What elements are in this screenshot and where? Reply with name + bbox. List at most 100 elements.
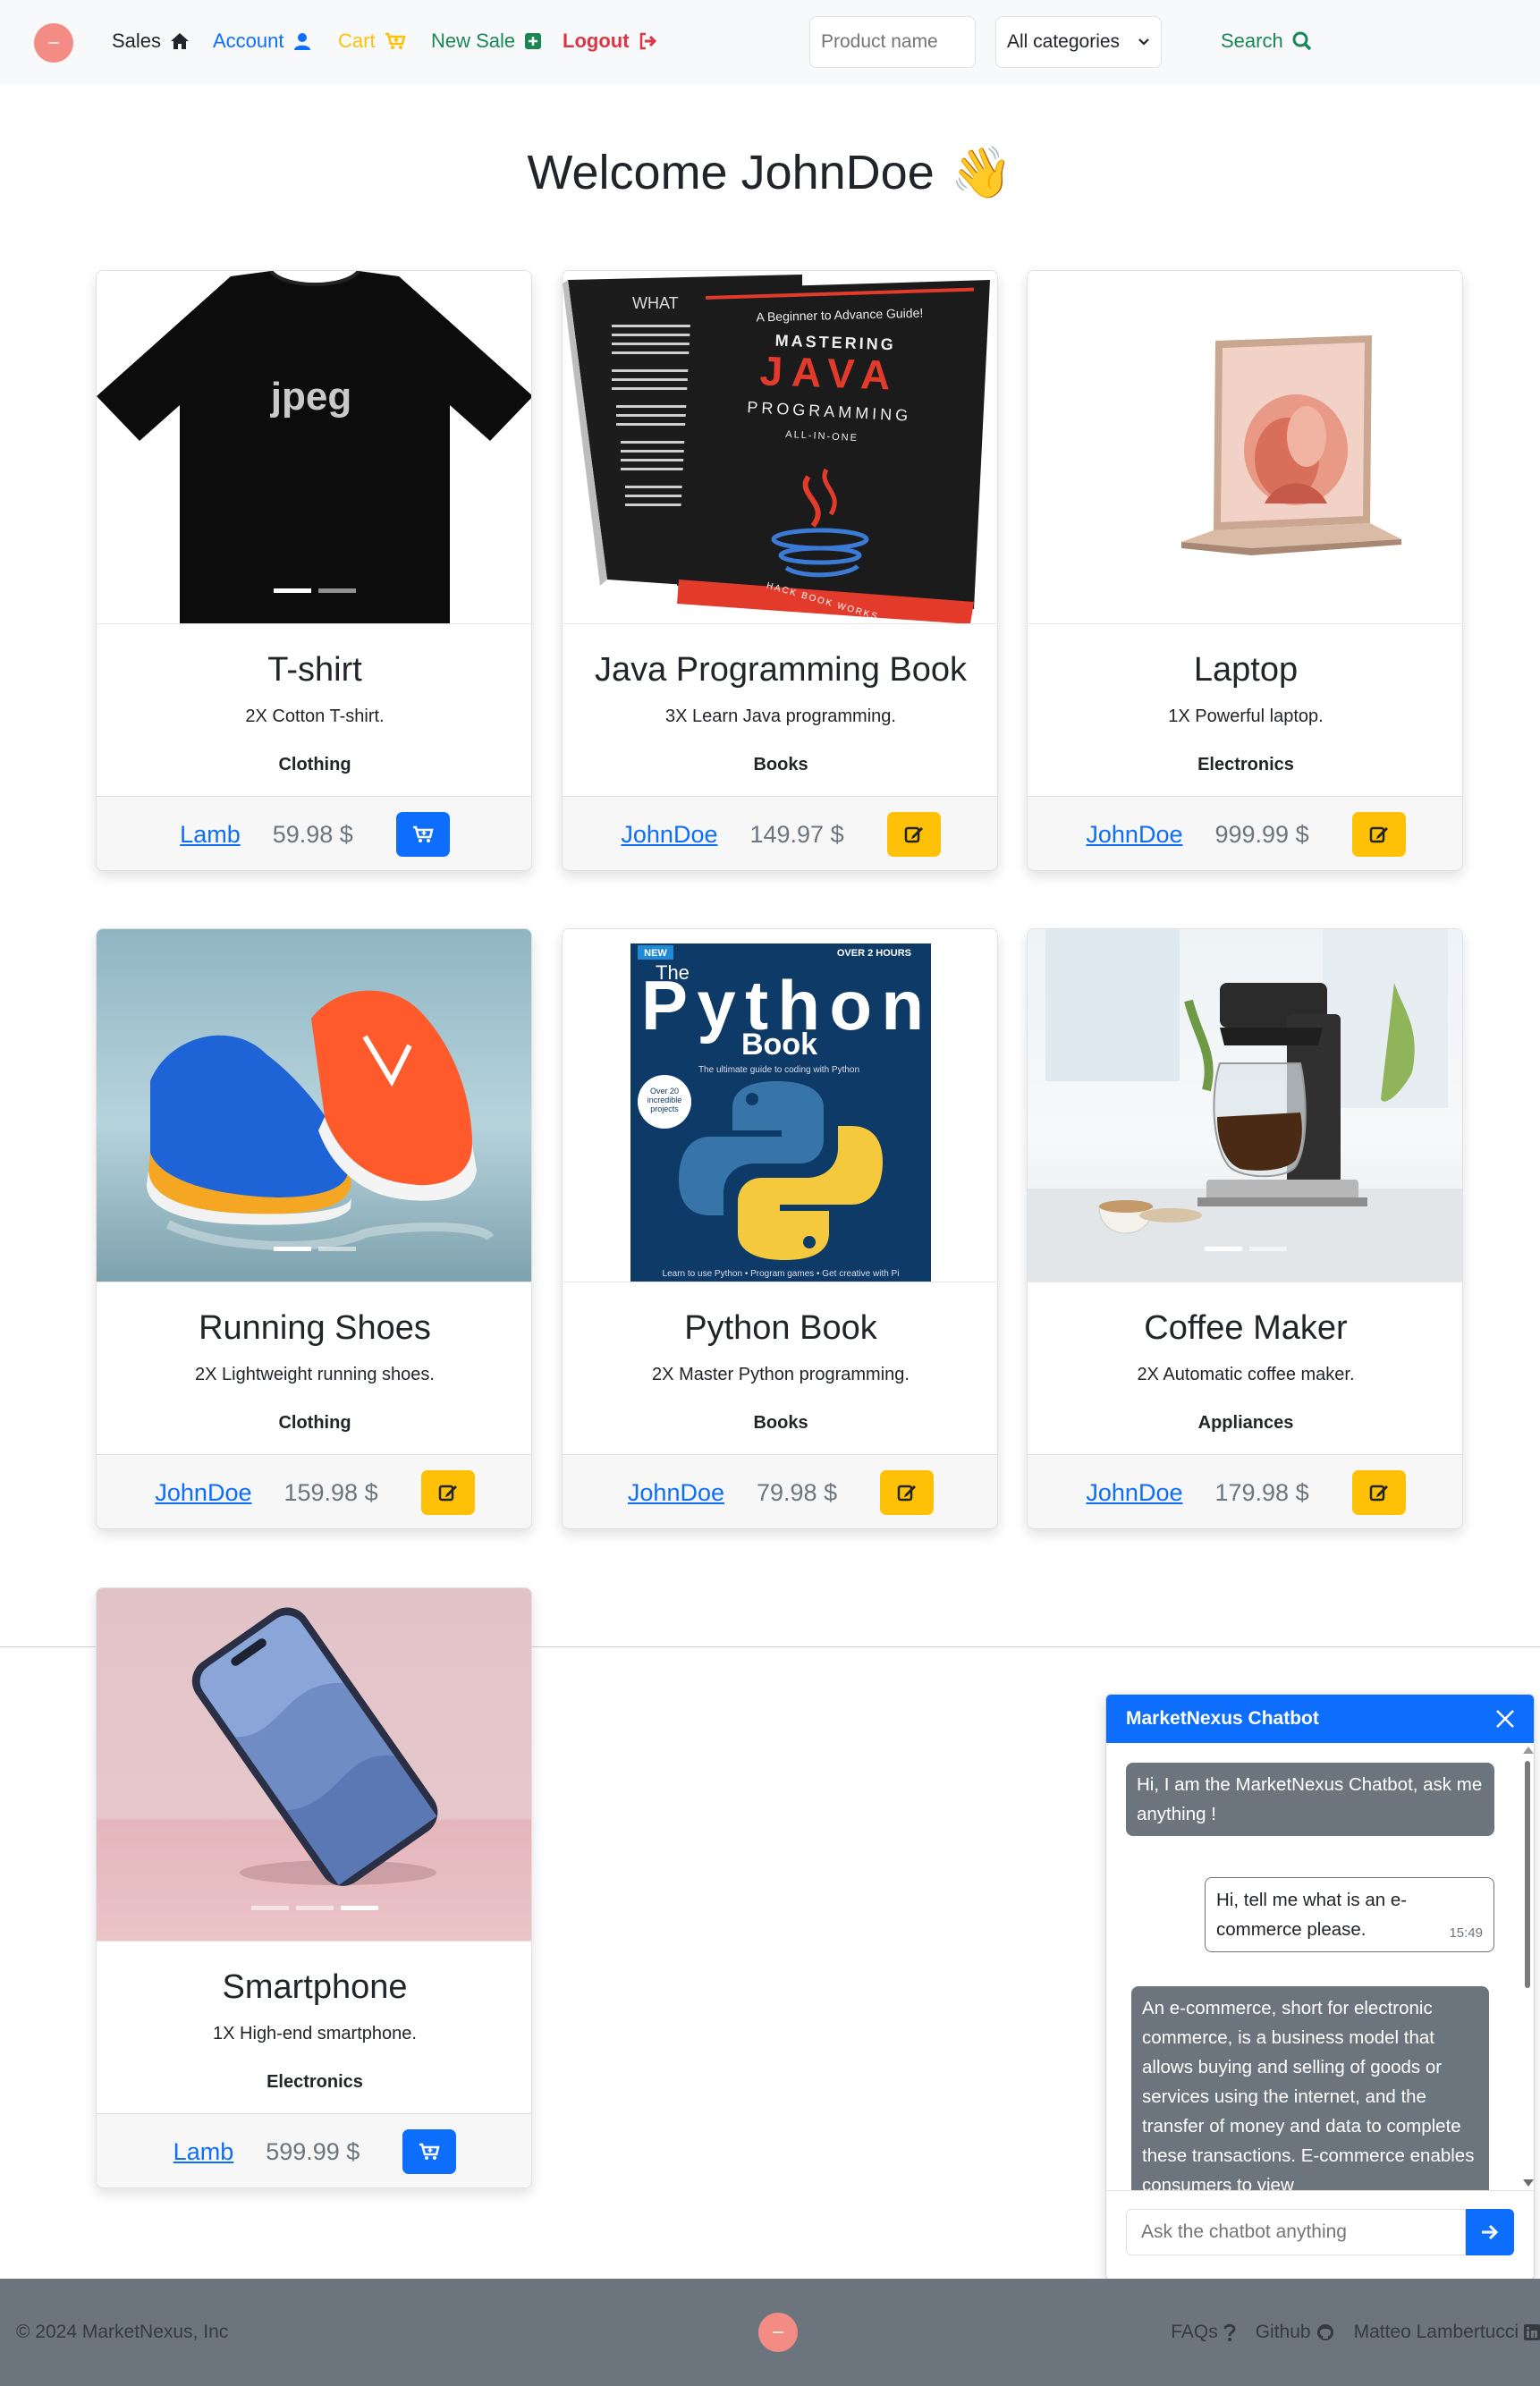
product-title: Java Programming Book <box>594 651 968 689</box>
waving-hand-icon: 👋 <box>950 144 1013 200</box>
product-category: Books <box>753 755 808 774</box>
product-card: NEW OVER 2 HOURS The Python Book The ult… <box>562 928 998 1529</box>
scrollbar-thumb[interactable] <box>1525 1761 1530 1988</box>
product-card: jpeg T-shirt 2X Cotton T-shirt. Clothing… <box>96 270 532 871</box>
category-select[interactable]: All categories <box>995 16 1162 68</box>
product-price: 999.99 $ <box>1214 820 1309 848</box>
product-image-carousel[interactable] <box>1028 929 1462 1282</box>
nav-account-label: Account <box>213 30 284 52</box>
product-card: Running Shoes 2X Lightweight running sho… <box>96 928 532 1529</box>
tshirt-image: jpeg <box>97 271 531 623</box>
chatbot-send-button[interactable] <box>1466 2209 1514 2255</box>
edit-icon <box>1369 1485 1388 1502</box>
search-button[interactable]: Search <box>1221 30 1312 53</box>
message-timestamp: 15:49 <box>1449 1925 1483 1941</box>
python-sub-text: The ultimate guide to coding with Python <box>698 1065 859 1075</box>
seller-link[interactable]: JohnDoe <box>621 821 717 849</box>
product-category: Clothing <box>278 755 351 774</box>
carousel-indicators[interactable] <box>251 1906 378 1910</box>
search-input[interactable] <box>809 16 976 68</box>
python-new-badge: NEW <box>644 948 667 959</box>
product-card-footer: JohnDoe 149.97 $ <box>563 796 997 870</box>
edit-product-button[interactable] <box>420 1470 475 1515</box>
chatbot-messages[interactable]: Hi, I am the MarketNexus Chatbot, ask me… <box>1106 1743 1534 2190</box>
linkedin-icon <box>1524 2324 1540 2340</box>
product-image-carousel[interactable] <box>97 929 531 1282</box>
footer-logo[interactable] <box>758 2313 798 2352</box>
product-card-body: T-shirt 2X Cotton T-shirt. Clothing <box>97 624 531 796</box>
user-icon <box>293 33 310 50</box>
product-card-body: Smartphone 1X High-end smartphone. Elect… <box>97 1942 531 2113</box>
tshirt-print-text: jpeg <box>270 375 351 419</box>
product-card-footer: JohnDoe 999.99 $ <box>1028 796 1462 870</box>
carousel-indicators[interactable] <box>274 588 356 593</box>
product-image[interactable] <box>1028 271 1462 624</box>
product-image-carousel[interactable] <box>97 1588 531 1942</box>
nav-new-sale-link[interactable]: New Sale <box>431 30 542 53</box>
product-card-footer: Lamb 599.99 $ <box>97 2113 531 2187</box>
product-title: Python Book <box>684 1309 877 1347</box>
product-category: Electronics <box>1197 755 1294 774</box>
brand-logo[interactable] <box>34 23 73 63</box>
product-price: 599.99 $ <box>266 2137 360 2165</box>
chat-scrollbar[interactable] <box>1519 1743 1534 2190</box>
carousel-indicators[interactable] <box>274 1247 356 1251</box>
nav-logout-link[interactable]: Logout <box>563 30 658 53</box>
edit-product-button[interactable] <box>1351 1470 1406 1515</box>
seller-link[interactable]: JohnDoe <box>628 1479 724 1507</box>
product-image[interactable]: WHAT A Beginner to Advance Guide! MASTER… <box>563 271 997 624</box>
product-card-footer: JohnDoe 79.98 $ <box>563 1454 997 1528</box>
nav-account-link[interactable]: Account <box>213 30 311 53</box>
nav-logout-label: Logout <box>563 30 630 52</box>
logout-icon <box>639 32 656 50</box>
add-to-cart-button[interactable] <box>395 812 450 857</box>
product-image-carousel[interactable]: jpeg <box>97 271 531 624</box>
add-to-cart-button[interactable] <box>402 2129 457 2174</box>
java-back-text: WHAT <box>632 294 679 312</box>
product-category: Clothing <box>278 1413 351 1433</box>
chatbot-input[interactable] <box>1126 2209 1466 2255</box>
product-card-body: Coffee Maker 2X Automatic coffee maker. … <box>1028 1282 1462 1454</box>
product-image-carousel[interactable]: NEW OVER 2 HOURS The Python Book The ult… <box>563 929 997 1282</box>
seller-link[interactable]: JohnDoe <box>155 1479 251 1507</box>
seller-link[interactable]: Lamb <box>180 821 241 849</box>
welcome-text: Welcome JohnDoe <box>527 146 935 199</box>
product-description: 1X Powerful laptop. <box>1168 706 1324 726</box>
author-link[interactable]: Matteo Lambertucci <box>1354 2322 1540 2343</box>
product-description: 3X Learn Java programming. <box>665 706 896 726</box>
author-label: Matteo Lambertucci <box>1353 2322 1519 2342</box>
laptop-image <box>1181 335 1401 555</box>
product-description: 2X Cotton T-shirt. <box>245 706 385 726</box>
product-title: Smartphone <box>222 1968 408 2006</box>
edit-product-button[interactable] <box>880 1470 935 1515</box>
search-icon <box>1292 31 1311 51</box>
github-label: Github <box>1255 2322 1311 2342</box>
seller-link[interactable]: JohnDoe <box>1086 821 1182 849</box>
edit-product-button[interactable] <box>1351 812 1406 857</box>
seller-link[interactable]: Lamb <box>173 2138 234 2166</box>
nav-sales-link[interactable]: Sales <box>112 30 190 53</box>
edit-icon <box>438 1485 457 1502</box>
product-card-body: Running Shoes 2X Lightweight running sho… <box>97 1282 531 1454</box>
product-card-footer: JohnDoe 179.98 $ <box>1028 1454 1462 1528</box>
product-price: 79.98 $ <box>757 1478 838 1506</box>
carousel-indicators[interactable] <box>1205 1247 1287 1251</box>
github-link[interactable]: Github <box>1256 2322 1334 2343</box>
edit-product-button[interactable] <box>886 812 941 857</box>
python-bottom-text: Learn to use Python • Program games • Ge… <box>663 1269 900 1279</box>
footer-links: FAQs Github Matteo Lambertucci <box>1171 2322 1540 2343</box>
bot-message: An e-commerce, short for electronic comm… <box>1131 1986 1489 2190</box>
faqs-link[interactable]: FAQs <box>1171 2322 1236 2343</box>
product-description: 2X Lightweight running shoes. <box>195 1365 435 1384</box>
product-category: Electronics <box>267 2072 363 2092</box>
chatbot-panel: MarketNexus Chatbot Hi, I am the MarketN… <box>1105 1694 1535 2280</box>
page-footer: © 2024 MarketNexus, Inc FAQs Github Matt… <box>0 2279 1540 2386</box>
scroll-up-arrow[interactable] <box>1523 1747 1534 1754</box>
close-icon[interactable] <box>1494 1708 1516 1730</box>
python-hours-text: OVER 2 HOURS <box>837 948 911 959</box>
seller-link[interactable]: JohnDoe <box>1086 1479 1182 1507</box>
product-price: 159.98 $ <box>283 1478 378 1506</box>
scroll-down-arrow[interactable] <box>1523 2179 1534 2187</box>
nav-cart-link[interactable]: Cart <box>338 30 406 53</box>
java-cover-java: JAVA <box>759 347 901 398</box>
